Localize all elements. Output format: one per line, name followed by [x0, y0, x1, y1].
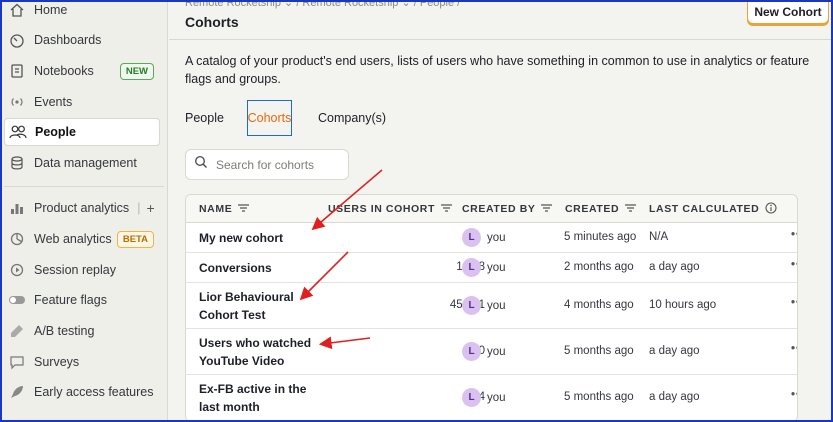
- column-header-created-by[interactable]: CREATED BY: [462, 195, 553, 223]
- created-by: Lyou: [462, 388, 506, 407]
- cohort-name[interactable]: Users who watched YouTube Video: [199, 334, 319, 370]
- rocket-icon: [8, 383, 26, 401]
- table-row[interactable]: Lior Behavioural Cohort Test 45,441 Lyou…: [186, 283, 797, 329]
- created-time: 5 minutes ago: [564, 231, 637, 243]
- sidebar-item-notebooks[interactable]: Notebooks NEW: [4, 57, 160, 85]
- info-icon: [765, 201, 777, 217]
- table-row[interactable]: My new cohort Lyou 5 minutes ago N/A •••: [186, 223, 797, 253]
- sort-icon: [541, 203, 553, 215]
- cohort-name[interactable]: Conversions: [199, 259, 319, 277]
- avatar: L: [462, 388, 481, 407]
- created-by: Lyou: [462, 296, 506, 315]
- search-input[interactable]: [216, 157, 346, 172]
- events-icon: [8, 93, 26, 111]
- tab-cohorts[interactable]: Cohorts: [247, 100, 292, 136]
- more-icon[interactable]: •••: [791, 343, 797, 355]
- new-badge: NEW: [119, 62, 154, 80]
- notebook-icon: [8, 62, 26, 80]
- column-header-last-calculated[interactable]: LAST CALCULATED: [649, 195, 777, 223]
- sidebar-item-dashboards[interactable]: Dashboards: [4, 26, 160, 54]
- created-time: 2 months ago: [564, 261, 634, 273]
- screenshot-frame: Home Dashboards Notebooks NEW Events Peo…: [0, 0, 833, 422]
- people-icon: [9, 123, 27, 141]
- more-icon[interactable]: •••: [791, 259, 797, 271]
- replay-icon: [8, 261, 26, 279]
- created-by: Lyou: [462, 228, 506, 247]
- more-icon[interactable]: •••: [791, 389, 797, 401]
- new-cohort-button[interactable]: New Cohort: [747, 2, 829, 24]
- created-time: 4 months ago: [564, 299, 634, 311]
- avatar: L: [462, 296, 481, 315]
- sidebar-item-surveys[interactable]: Surveys: [4, 348, 160, 376]
- page-description: A catalog of your product's end users, l…: [185, 54, 810, 86]
- page-title: Cohorts: [185, 14, 239, 30]
- top-bar: Remote Rocketship ⌄ / Remote Rocketship …: [169, 2, 831, 40]
- search-box[interactable]: [185, 149, 349, 180]
- sidebar-item-ab-testing[interactable]: A/B testing: [4, 317, 160, 345]
- sort-icon: [625, 203, 637, 215]
- last-calculated: a day ago: [649, 261, 700, 273]
- sidebar-item-session-replay[interactable]: Session replay: [4, 256, 160, 284]
- bar-chart-icon: [8, 199, 26, 217]
- table-row[interactable]: Conversions 1,178 Lyou 2 months ago a da…: [186, 253, 797, 283]
- created-by: Lyou: [462, 342, 506, 361]
- sidebar-item-events[interactable]: Events: [4, 88, 160, 116]
- created-time: 5 months ago: [564, 391, 634, 403]
- cohort-name[interactable]: My new cohort: [199, 229, 319, 247]
- last-calculated: a day ago: [649, 391, 700, 403]
- sidebar-item-early-access[interactable]: Early access features: [4, 378, 160, 406]
- sidebar-item-feature-flags[interactable]: Feature flags: [4, 286, 160, 314]
- last-calculated: N/A: [649, 231, 669, 243]
- column-header-users[interactable]: USERS IN COHORT: [328, 195, 453, 223]
- cohort-name[interactable]: Ex-FB active in the last month: [199, 380, 319, 416]
- created-time: 5 months ago: [564, 345, 634, 357]
- sidebar-divider: [4, 186, 164, 187]
- cohorts-table: NAME USERS IN COHORT CREATED BY CREATED …: [185, 194, 798, 420]
- sidebar-item-data-management[interactable]: Data management: [4, 149, 160, 177]
- home-icon: [8, 2, 26, 19]
- sort-icon: [238, 203, 250, 215]
- avatar: L: [462, 342, 481, 361]
- sidebar-item-web-analytics[interactable]: Web analytics BETA: [4, 225, 160, 253]
- more-icon[interactable]: •••: [791, 229, 797, 241]
- table-header: NAME USERS IN COHORT CREATED BY CREATED …: [186, 195, 797, 223]
- add-insight-icon[interactable]: +: [146, 200, 154, 216]
- column-header-name[interactable]: NAME: [199, 195, 250, 223]
- avatar: L: [462, 258, 481, 277]
- flask-icon: [8, 322, 26, 340]
- tab-companies[interactable]: Company(s): [318, 100, 386, 136]
- created-by: Lyou: [462, 258, 506, 277]
- beta-badge: BETA: [116, 230, 154, 248]
- sidebar: Home Dashboards Notebooks NEW Events Peo…: [2, 2, 168, 420]
- breadcrumb[interactable]: Remote Rocketship ⌄ / Remote Rocketship …: [185, 2, 460, 9]
- sidebar-item-product-analytics[interactable]: Product analytics | +: [4, 194, 160, 222]
- database-icon: [8, 154, 26, 172]
- avatar: L: [462, 228, 481, 247]
- sidebar-item-home[interactable]: Home: [4, 2, 160, 24]
- more-icon[interactable]: •••: [791, 297, 797, 309]
- chat-icon: [8, 353, 26, 371]
- last-calculated: 10 hours ago: [649, 299, 717, 311]
- cohort-name[interactable]: Lior Behavioural Cohort Test: [199, 288, 319, 324]
- toggle-icon: [8, 291, 26, 309]
- dashboard-icon: [8, 31, 26, 49]
- last-calculated: a day ago: [649, 345, 700, 357]
- table-row[interactable]: Users who watched YouTube Video 480 Lyou…: [186, 329, 797, 375]
- search-icon: [194, 155, 208, 174]
- sidebar-item-people[interactable]: People: [4, 118, 160, 146]
- tab-people[interactable]: People: [185, 100, 224, 136]
- pie-chart-icon: [8, 230, 26, 248]
- sort-icon: [441, 203, 453, 215]
- column-header-created[interactable]: CREATED: [565, 195, 637, 223]
- table-row[interactable]: Ex-FB active in the last month 54 Lyou 5…: [186, 375, 797, 420]
- main-content: Remote Rocketship ⌄ / Remote Rocketship …: [169, 2, 831, 420]
